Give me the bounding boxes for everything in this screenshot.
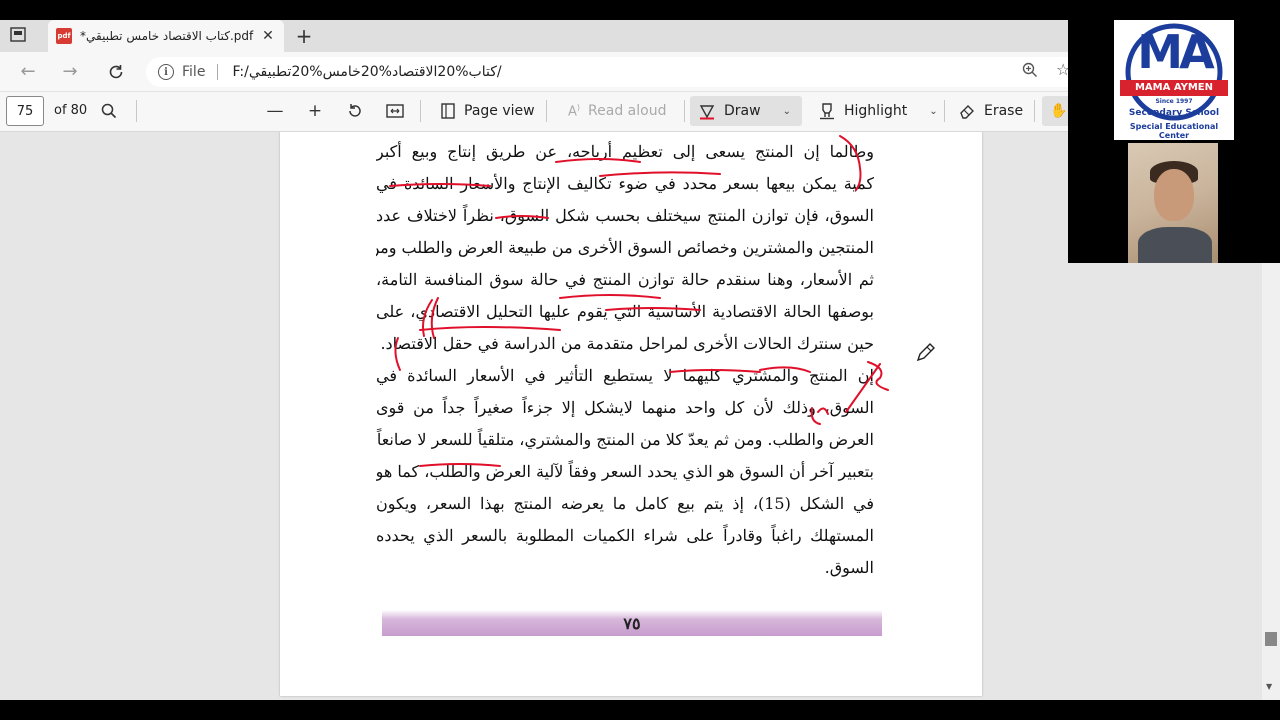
- read-aloud-button[interactable]: A) Read aloud: [560, 96, 674, 126]
- text-line: في الشكل (15)، إذ يتم بيع كامل ما يعرضه …: [376, 494, 874, 513]
- page-view-icon: [441, 103, 455, 119]
- scroll-down-arrow-icon[interactable]: ▼: [1266, 682, 1272, 691]
- hand-icon: ✋: [1050, 103, 1068, 119]
- tab-pdf[interactable]: pdf *كتاب الاقتصاد خامس تطبيقي.pdf ✕: [48, 20, 284, 52]
- url-divider: [217, 64, 219, 80]
- page-number-input[interactable]: 75: [6, 96, 44, 126]
- text-line: إن المنتج والمشتري كليهما لا يستطيع التأ…: [376, 366, 874, 385]
- webcam-feed: [1128, 143, 1218, 263]
- logo-since-text: Since 1997: [1155, 98, 1193, 105]
- logo-letters: MA: [1137, 25, 1214, 79]
- pdf-file-icon: pdf: [56, 28, 72, 44]
- text-line: السوق.: [824, 558, 874, 577]
- page-view-label: Page view: [464, 103, 535, 119]
- url-field[interactable]: i File F:/كتاب%20الاقتصاد%20خامس%20تطبيق…: [146, 57, 1080, 87]
- pdf-page: وطالما إن المنتج يسعى إلى تعظيم أرباحه، …: [280, 132, 982, 696]
- zoom-icon[interactable]: [1022, 62, 1038, 82]
- text-line: بوصفها الحالة الاقتصادية الأساسية التي ي…: [376, 302, 874, 321]
- zoom-in-icon[interactable]: +: [304, 100, 326, 122]
- toolbar-divider: [136, 100, 137, 122]
- text-line: المستهلك راغباً وقادراً على شراء الكميات…: [376, 526, 874, 545]
- toolbar-divider: [1034, 100, 1035, 122]
- erase-label: Erase: [984, 103, 1024, 119]
- new-tab-plus-icon[interactable]: +: [294, 25, 314, 47]
- erase-button[interactable]: Erase: [950, 96, 1031, 126]
- pen-cursor-icon: [914, 342, 936, 368]
- draw-label: Draw: [724, 103, 761, 119]
- logo-center-text: Special Educational Center: [1129, 122, 1219, 140]
- toolbar-divider: [944, 100, 945, 122]
- back-arrow-icon[interactable]: ←: [16, 60, 40, 84]
- school-logo: MA MAMA AYMEN Since 1997 Secondary Schoo…: [1114, 20, 1234, 140]
- tab-title: *كتاب الاقتصاد خامس تطبيقي.pdf: [80, 29, 254, 43]
- highlight-button[interactable]: Highlight ⌄: [810, 96, 946, 126]
- text-line: السوق، فإن توازن المنتج سيختلف بحسب شكل …: [376, 206, 874, 225]
- text-line: بتعبير آخر أن السوق هو الذي يحدد السعر و…: [376, 462, 874, 481]
- rotate-icon[interactable]: [344, 100, 366, 126]
- webcam-shoulders: [1138, 227, 1212, 263]
- url-text: F:/كتاب%20الاقتصاد%20خامس%20تطبيقي/: [232, 64, 502, 80]
- text-line: وطالما إن المنتج يسعى إلى تعظيم أرباحه، …: [376, 142, 874, 161]
- search-icon[interactable]: [98, 100, 120, 125]
- close-icon[interactable]: ✕: [260, 28, 276, 44]
- fit-page-icon[interactable]: [384, 100, 406, 124]
- text-line: كمية يمكن بيعها بسعر محدد في ضوء تكاليف …: [376, 174, 874, 193]
- toolbar-divider: [684, 100, 685, 122]
- text-line: حين سنترك الحالات الأخرى لمراحل متقدمة م…: [380, 334, 874, 353]
- tab-actions-icon[interactable]: [10, 27, 30, 45]
- logo-name-banner: MAMA AYMEN: [1120, 80, 1228, 96]
- refresh-icon[interactable]: [104, 60, 128, 84]
- text-line: ثم الأسعار، وهنا سنقدم حالة توازن المنتج…: [376, 270, 874, 289]
- page-total-label: of 80: [54, 103, 88, 118]
- text-line: العرض والطلب. ومن ثم يعدّ كلا من المنتج …: [376, 430, 874, 449]
- top-black-bar: [0, 0, 1280, 20]
- text-line: السوق، وذلك لأن كل واحد منهما لايشكل إلا…: [376, 398, 874, 417]
- page-footer-number: ٧٥: [623, 613, 641, 633]
- info-icon[interactable]: i: [158, 64, 174, 80]
- draw-pen-icon: [699, 105, 715, 120]
- forward-arrow-icon[interactable]: →: [58, 60, 82, 84]
- webcam-face: [1154, 169, 1194, 221]
- page-view-button[interactable]: Page view: [432, 96, 543, 126]
- bottom-black-bar: [0, 700, 1280, 720]
- logo-school-text: Secondary School: [1128, 108, 1220, 118]
- read-aloud-icon: A): [568, 102, 581, 120]
- page-text-block: وطالما إن المنتج يسعى إلى تعظيم أرباحه، …: [376, 136, 874, 584]
- page-footer-band: ٧٥: [382, 610, 882, 636]
- highlighter-icon: [820, 103, 834, 120]
- text-line: المنتجين والمشترين وخصائص السوق الأخرى م…: [376, 238, 874, 257]
- eraser-icon: [960, 105, 974, 119]
- toolbar-divider: [420, 100, 421, 122]
- read-aloud-label: Read aloud: [588, 103, 667, 119]
- scroll-thumb[interactable]: [1265, 632, 1277, 646]
- toolbar-divider: [546, 100, 547, 122]
- zoom-out-icon[interactable]: —: [264, 100, 286, 122]
- draw-button[interactable]: Draw ⌄: [690, 96, 802, 126]
- chevron-down-icon[interactable]: ⌄: [783, 106, 791, 117]
- highlight-label: Highlight: [844, 103, 908, 119]
- chevron-down-icon[interactable]: ⌄: [929, 106, 937, 117]
- url-scheme-label: File: [182, 64, 206, 80]
